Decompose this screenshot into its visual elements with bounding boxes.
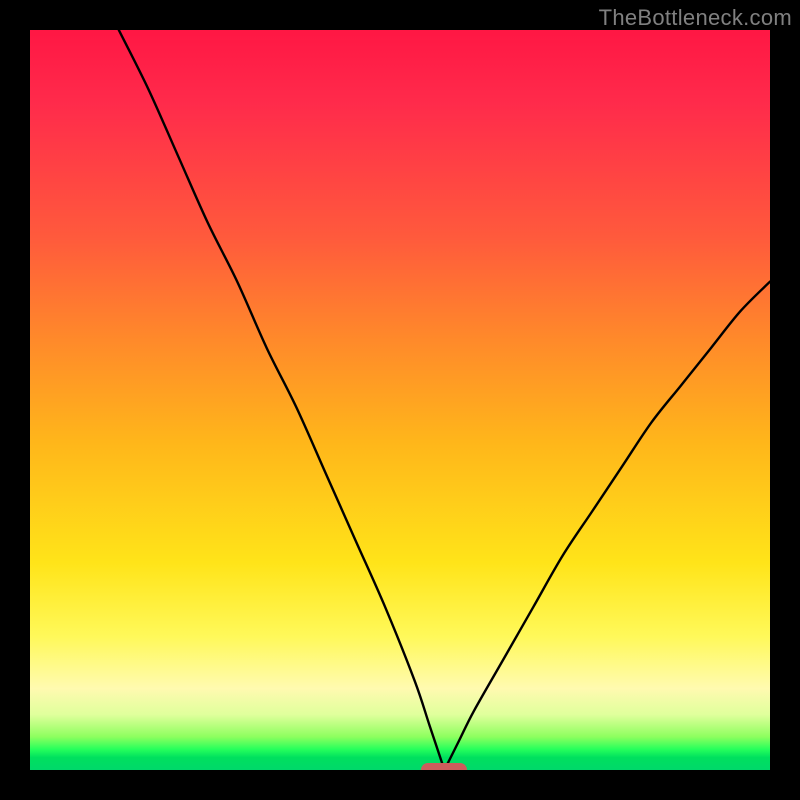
chart-frame: TheBottleneck.com bbox=[0, 0, 800, 800]
bottleneck-marker bbox=[421, 763, 467, 770]
watermark-label: TheBottleneck.com bbox=[599, 5, 792, 31]
plot-area bbox=[30, 30, 770, 770]
curve-left-path bbox=[119, 30, 445, 770]
bottleneck-curve bbox=[30, 30, 770, 770]
curve-right-path bbox=[444, 282, 770, 770]
